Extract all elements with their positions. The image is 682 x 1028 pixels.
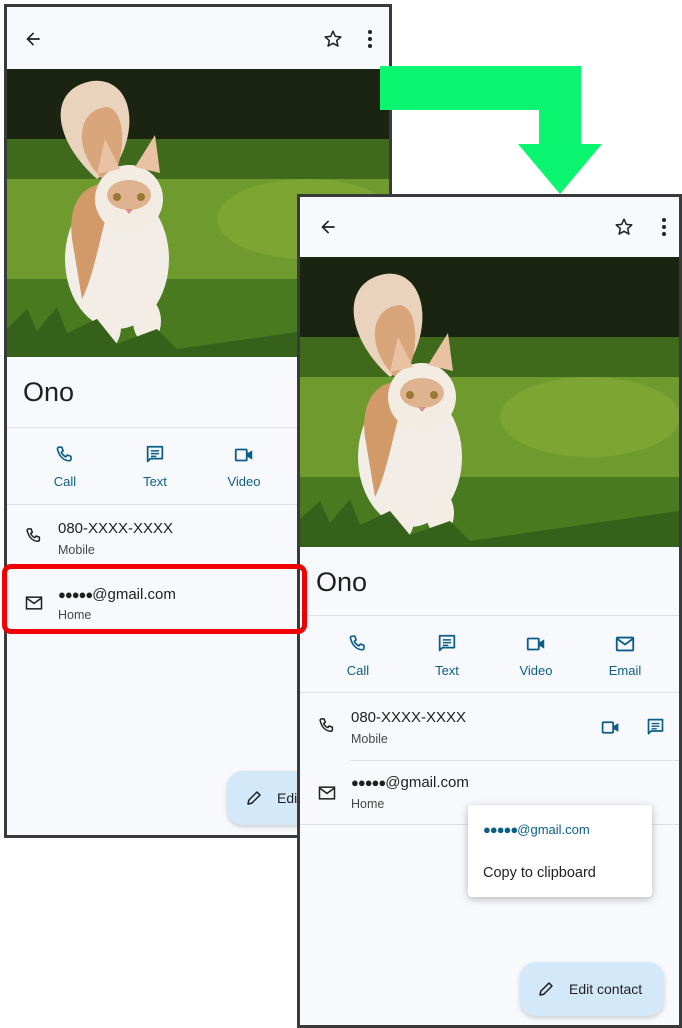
email-row-highlight xyxy=(2,564,307,634)
edit-contact-button[interactable]: Edit contact xyxy=(520,962,664,1016)
phone-icon xyxy=(318,633,398,657)
back-arrow-icon[interactable] xyxy=(314,213,342,241)
videocam-icon xyxy=(496,633,576,657)
email-address: ●●●●●@gmail.com xyxy=(351,774,469,791)
pencil-icon xyxy=(539,982,553,996)
phone-type: Mobile xyxy=(58,543,95,557)
transition-arrow-icon xyxy=(380,66,602,194)
star-icon[interactable] xyxy=(610,213,638,241)
mail-icon xyxy=(314,780,340,806)
message-icon[interactable] xyxy=(642,714,668,740)
video-label: Video xyxy=(227,474,261,489)
video-action[interactable]: Video xyxy=(496,633,576,678)
video-label: Video xyxy=(519,663,553,678)
pencil-icon xyxy=(247,791,261,805)
text-label: Text xyxy=(435,663,459,678)
text-action[interactable]: Text xyxy=(115,444,195,489)
videocam-icon xyxy=(204,444,284,468)
phone-number: 080-XXXX-XXXX xyxy=(58,520,174,537)
email-context-menu: ●●●●●@gmail.com Copy to clipboard xyxy=(468,805,652,897)
divider xyxy=(300,692,679,693)
contact-photo xyxy=(300,257,679,547)
contact-name: Ono xyxy=(316,567,368,597)
phone-number: 080-XXXX-XXXX xyxy=(351,709,467,726)
text-label: Text xyxy=(143,474,167,489)
contact-name: Ono xyxy=(23,377,75,407)
email-label: Email xyxy=(608,663,642,678)
email-type: Home xyxy=(351,797,385,811)
email-action[interactable]: Email xyxy=(585,633,665,678)
more-vert-icon[interactable] xyxy=(653,213,675,241)
call-label: Call xyxy=(346,663,370,678)
videocam-icon[interactable] xyxy=(597,714,623,740)
top-app-bar xyxy=(300,197,679,259)
copy-to-clipboard-item[interactable]: Copy to clipboard xyxy=(483,865,596,881)
video-action[interactable]: Video xyxy=(204,444,284,489)
star-icon[interactable] xyxy=(319,25,347,53)
message-icon xyxy=(407,633,487,657)
call-action[interactable]: Call xyxy=(25,444,105,489)
top-app-bar xyxy=(7,7,389,69)
phone-icon xyxy=(314,713,340,739)
phone-screen-after: Ono Call Text Video Email 080-XXXX-XXXX … xyxy=(297,194,682,1028)
call-action[interactable]: Call xyxy=(318,633,398,678)
mail-icon xyxy=(585,633,665,657)
divider xyxy=(300,615,679,616)
menu-email-header: ●●●●●@gmail.com xyxy=(483,822,590,837)
phone-icon xyxy=(25,444,105,468)
edit-contact-label: Edit contact xyxy=(569,981,643,997)
back-arrow-icon[interactable] xyxy=(19,25,47,53)
divider xyxy=(350,760,679,761)
call-label: Call xyxy=(53,474,77,489)
message-icon xyxy=(115,444,195,468)
phone-icon xyxy=(21,523,47,549)
text-action[interactable]: Text xyxy=(407,633,487,678)
more-vert-icon[interactable] xyxy=(359,25,381,53)
phone-type: Mobile xyxy=(351,732,388,746)
